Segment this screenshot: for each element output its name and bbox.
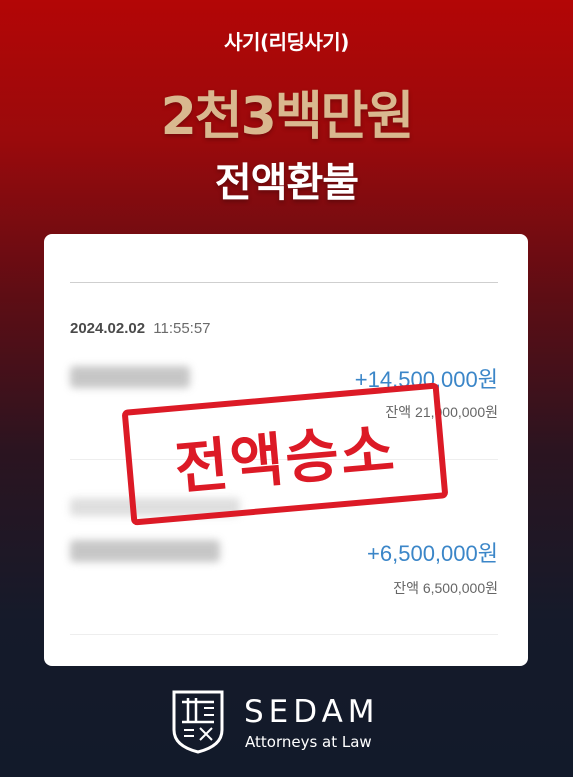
brand-name: SEDAM: [244, 694, 380, 730]
sedam-emblem-icon: [172, 690, 224, 754]
transaction-balance: 잔액 6,500,000원: [393, 580, 498, 596]
blurred-sender-name: [70, 540, 220, 562]
transaction-time: 11:55:57: [153, 320, 211, 337]
row-divider: [70, 634, 498, 635]
brand-tagline: Attorneys at Law: [245, 733, 372, 751]
sedam-logo: SEDAM Attorneys at Law: [170, 688, 400, 756]
transaction-datetime: 2024.02.02 11:55:57: [70, 320, 211, 337]
headline-refund: 전액환불: [214, 160, 359, 206]
blurred-sender-name: [70, 366, 190, 388]
transaction-date: 2024.02.02: [70, 320, 146, 337]
header-subtitle: 사기(리딩사기): [224, 30, 349, 54]
transaction-amount: +6,500,000원: [367, 541, 498, 566]
headline-amount: 2천3백만원: [160, 87, 415, 147]
card-top-divider: [70, 282, 498, 283]
